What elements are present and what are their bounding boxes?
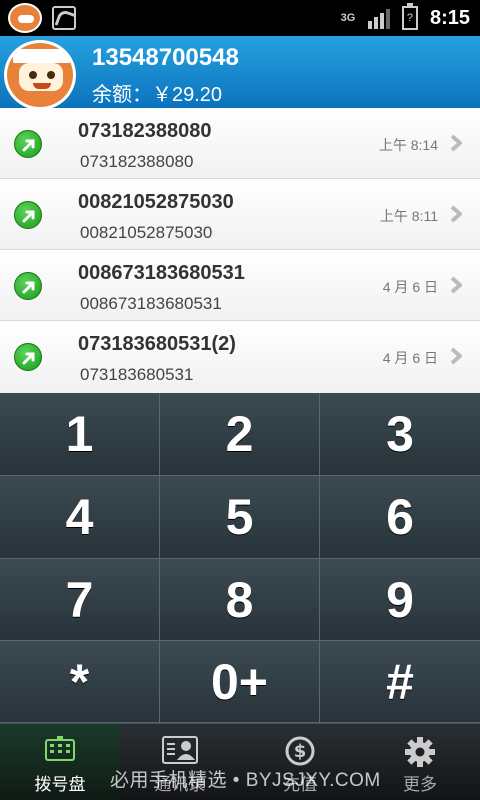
call-log-number: 008673183680531 <box>80 294 222 313</box>
network-3g-icon: 3G <box>340 12 356 24</box>
key-9[interactable]: 9 <box>320 559 480 641</box>
account-balance: 余额：￥29.20 <box>92 84 223 106</box>
call-log-time: 上午 8:11 <box>379 208 438 224</box>
tab-label: 更多 <box>403 775 437 794</box>
key-star[interactable]: * <box>0 641 160 723</box>
call-log-item[interactable]: 073183680531(2) 073183680531 4 月 6 日 <box>0 321 480 393</box>
call-log-time: 4 月 6 日 <box>382 350 438 366</box>
tab-label: 通讯录 <box>154 775 206 794</box>
outgoing-call-icon <box>14 130 42 158</box>
bottom-tab-bar: 拨号盘 通讯录 $ 充值 更多 <box>0 723 480 800</box>
call-log-name: 008673183680531 <box>78 262 245 284</box>
account-phone-number: 13548700548 <box>92 44 239 71</box>
call-log-time: 上午 8:14 <box>378 137 438 153</box>
key-5[interactable]: 5 <box>160 476 320 559</box>
app-notification-icon <box>8 3 42 33</box>
key-0-plus[interactable]: 0+ <box>160 641 320 723</box>
key-hash[interactable]: # <box>320 641 480 723</box>
account-header: 13548700548 余额：￥29.20 <box>0 36 480 110</box>
chevron-right-icon[interactable] <box>450 205 462 223</box>
chevron-right-icon[interactable] <box>450 276 462 294</box>
svg-text:$: $ <box>294 741 307 762</box>
key-1[interactable]: 1 <box>0 393 160 476</box>
outgoing-call-icon <box>14 343 42 371</box>
call-log-name: 073182388080 <box>78 120 212 142</box>
key-6[interactable]: 6 <box>320 476 480 559</box>
call-log-list: 073182388080 073182388080 上午 8:14 008210… <box>0 108 480 393</box>
battery-icon: ? <box>401 3 418 30</box>
call-log-number: 073183680531 <box>80 365 194 384</box>
chevron-right-icon[interactable] <box>450 134 462 152</box>
tab-label: 充值 <box>283 775 317 794</box>
tab-recharge[interactable]: $ 充值 <box>240 724 360 800</box>
call-log-item[interactable]: 008673183680531 008673183680531 4 月 6 日 <box>0 250 480 321</box>
call-log-item[interactable]: 073182388080 073182388080 上午 8:14 <box>0 108 480 179</box>
outgoing-call-icon <box>14 272 42 300</box>
dialpad-icon <box>45 736 75 761</box>
key-8[interactable]: 8 <box>160 559 320 641</box>
tab-dialpad[interactable]: 拨号盘 <box>0 724 120 800</box>
call-log-item[interactable]: 00821052875030 00821052875030 上午 8:11 <box>0 179 480 250</box>
key-7[interactable]: 7 <box>0 559 160 641</box>
call-log-number: 00821052875030 <box>80 223 213 242</box>
gear-icon <box>405 737 435 767</box>
key-4[interactable]: 4 <box>0 476 160 559</box>
chevron-right-icon[interactable] <box>450 347 462 365</box>
clock: 8:15 <box>429 6 470 29</box>
tab-contacts[interactable]: 通讯录 <box>120 724 240 800</box>
speed-notification-icon <box>52 6 76 30</box>
signal-icon <box>367 7 390 29</box>
recharge-icon: $ <box>285 736 315 766</box>
key-2[interactable]: 2 <box>160 393 320 476</box>
call-log-number: 073182388080 <box>80 152 194 171</box>
call-log-name: 073183680531(2) <box>78 333 236 355</box>
contacts-icon <box>162 736 198 764</box>
dial-keypad: 1 2 3 4 5 6 7 8 9 * 0+ # <box>0 393 480 723</box>
key-3[interactable]: 3 <box>320 393 480 476</box>
call-log-name: 00821052875030 <box>78 191 234 213</box>
outgoing-call-icon <box>14 201 42 229</box>
tab-label: 拨号盘 <box>34 775 86 794</box>
status-bar: 3G ? 8:15 <box>0 0 480 36</box>
avatar[interactable] <box>4 40 76 110</box>
tab-more[interactable]: 更多 <box>360 724 480 800</box>
call-log-time: 4 月 6 日 <box>382 279 438 295</box>
